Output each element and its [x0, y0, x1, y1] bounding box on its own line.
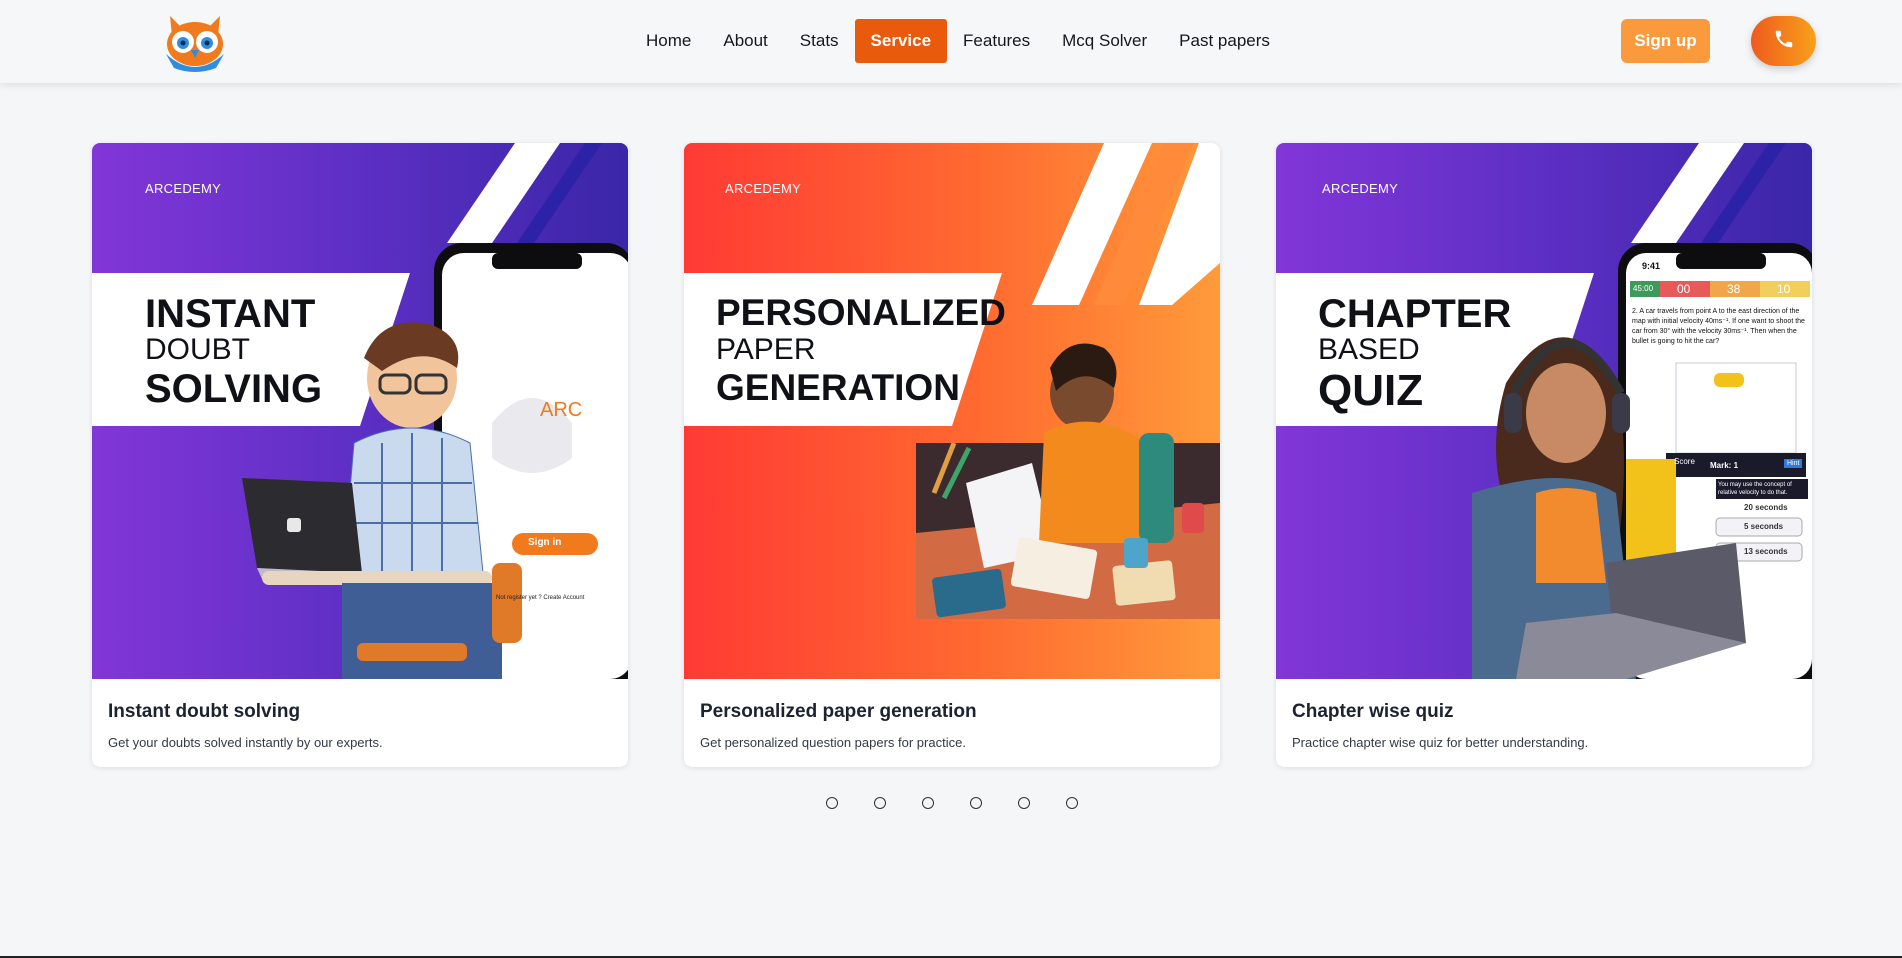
- banner-line-1: PERSONALIZED: [716, 292, 1006, 333]
- carousel-dot-2[interactable]: [874, 797, 886, 809]
- quiz-score-1: 00: [1677, 282, 1691, 296]
- carousel-dot-4[interactable]: [970, 797, 982, 809]
- carousel-dot-6[interactable]: [1066, 797, 1078, 809]
- card-title: Instant doubt solving: [108, 701, 301, 722]
- banner-line-3: SOLVING: [145, 367, 323, 411]
- service-card-paper-generation[interactable]: ARCEDEMY PERSONALIZED PAPER GENERATION P…: [684, 143, 1220, 767]
- nav-mcq-solver[interactable]: Mcq Solver: [1046, 19, 1163, 63]
- brand-label: ARCEDEMY: [145, 181, 222, 196]
- card-title: Chapter wise quiz: [1292, 701, 1454, 722]
- carousel-dots: [826, 797, 1078, 809]
- owl-logo-icon[interactable]: [158, 10, 232, 72]
- signup-button[interactable]: Sign up: [1621, 19, 1710, 63]
- quiz-option-b: 5 seconds: [1744, 522, 1784, 531]
- card-description: Get personalized question papers for pra…: [700, 735, 966, 750]
- quiz-score-2: 38: [1727, 282, 1741, 296]
- banner-line-2: DOUBT: [145, 333, 250, 366]
- quiz-hint-text: You may use the concept of relative velo…: [1716, 479, 1808, 499]
- service-card-chapter-quiz[interactable]: ARCEDEMY CHAPTER BASED QUIZ 9:41 45:00 0…: [1276, 143, 1812, 767]
- brand-label: ARCEDEMY: [725, 181, 802, 196]
- card-title: Personalized paper generation: [700, 701, 977, 722]
- phone-button[interactable]: [1751, 16, 1816, 66]
- card-description: Get your doubts solved instantly by our …: [108, 735, 383, 750]
- carousel-dot-1[interactable]: [826, 797, 838, 809]
- card-banner: ARCEDEMY CHAPTER BASED QUIZ 9:41 45:00 0…: [1276, 143, 1812, 679]
- card-body: Instant doubt solving Get your doubts so…: [92, 679, 628, 767]
- nav-about[interactable]: About: [707, 19, 783, 63]
- quiz-question-text: 2. A car travels from point A to the eas…: [1632, 308, 1805, 345]
- nav-past-papers[interactable]: Past papers: [1163, 19, 1286, 63]
- banner-line-1: INSTANT: [145, 292, 316, 336]
- quiz-score-label: Score: [1674, 457, 1695, 466]
- banner-line-2: PAPER: [716, 333, 816, 366]
- quiz-hint-badge: Hint: [1784, 459, 1803, 468]
- phone-icon: [1773, 28, 1795, 54]
- nav-service[interactable]: Service: [854, 19, 948, 63]
- banner-line-1: CHAPTER: [1318, 292, 1512, 336]
- card-body: Personalized paper generation Get person…: [684, 679, 1220, 767]
- banner-line-3: GENERATION: [716, 367, 960, 408]
- carousel-dot-3[interactable]: [922, 797, 934, 809]
- banner-line-2: BASED: [1318, 333, 1420, 366]
- phone-footer-text: Not register yet ? Create Account: [496, 595, 585, 601]
- card-description: Practice chapter wise quiz for better un…: [1292, 735, 1589, 750]
- carousel-dot-5[interactable]: [1018, 797, 1030, 809]
- banner-line-3: QUIZ: [1318, 366, 1424, 415]
- quiz-status-time: 9:41: [1642, 261, 1661, 271]
- phone-signin-label: Sign in: [528, 537, 562, 548]
- nav-home[interactable]: Home: [630, 19, 707, 63]
- nav-stats[interactable]: Stats: [784, 19, 855, 63]
- card-banner: ARCEDEMY PERSONALIZED PAPER GENERATION: [684, 143, 1220, 679]
- phone-app-logo-text: ARC: [540, 399, 583, 421]
- quiz-timer: 45:00: [1633, 284, 1654, 293]
- nav-features[interactable]: Features: [947, 19, 1046, 63]
- card-banner: ARCEDEMY INSTANT DOUBT SOLVING ARC Sign …: [92, 143, 628, 679]
- site-header: Home About Stats Service Features Mcq So…: [0, 0, 1902, 83]
- quiz-option-c: 13 seconds: [1744, 547, 1788, 556]
- quiz-mark-label: Mark: 1: [1710, 461, 1739, 470]
- quiz-option-a: 20 seconds: [1744, 503, 1788, 512]
- service-card-instant-doubt[interactable]: ARCEDEMY INSTANT DOUBT SOLVING ARC Sign …: [92, 143, 628, 767]
- quiz-score-3: 10: [1777, 282, 1791, 296]
- card-body: Chapter wise quiz Practice chapter wise …: [1276, 679, 1812, 767]
- brand-label: ARCEDEMY: [1322, 181, 1399, 196]
- main-nav: Home About Stats Service Features Mcq So…: [630, 19, 1286, 63]
